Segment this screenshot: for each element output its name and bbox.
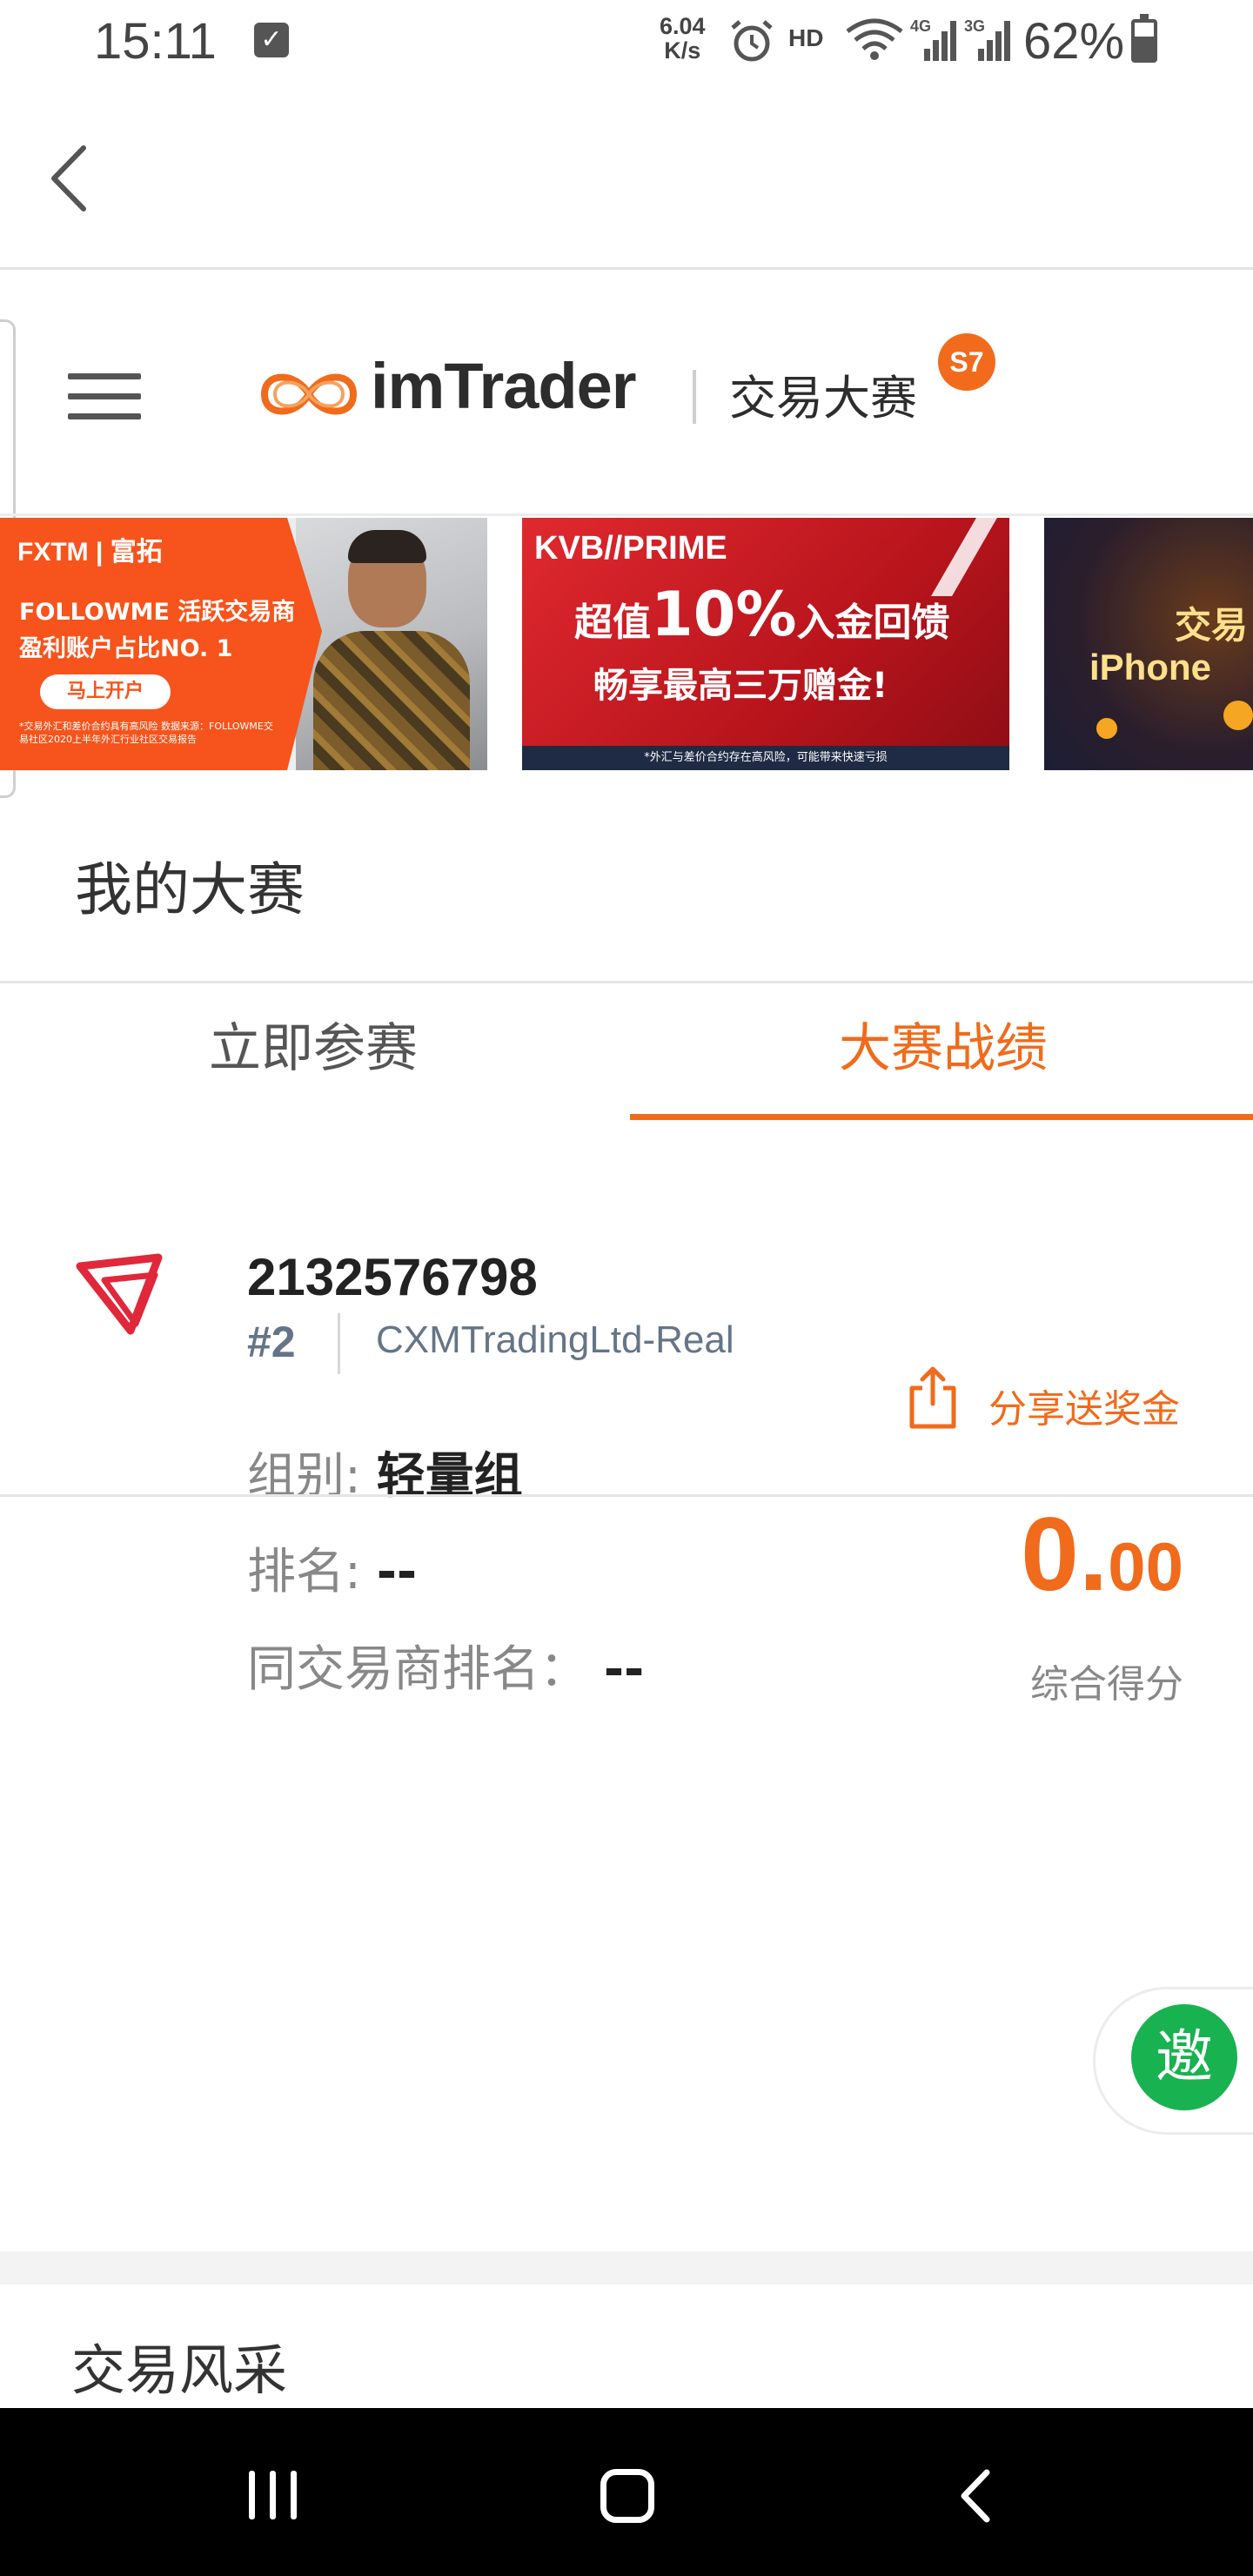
divider: [338, 1313, 340, 1374]
divider: [0, 1494, 1253, 1497]
banner-person-body: [313, 631, 470, 770]
banner-iphone[interactable]: 交易 iPhone: [1044, 518, 1253, 770]
signal-3g-icon: 3G: [964, 17, 1010, 61]
rank-value: --: [376, 1544, 418, 1600]
total-score: 0.00: [1021, 1494, 1183, 1614]
broker-logo-icon: [76, 1253, 163, 1335]
logo-subtitle: 交易大赛: [729, 371, 917, 426]
banner-brand: KVB//PRIME: [534, 530, 727, 567]
battery-percent: 62%: [1023, 13, 1125, 70]
signal-4g-icon: 4G: [910, 17, 956, 61]
account-number: #2: [247, 1318, 296, 1366]
banner-headline: 超值10%入金回馈: [574, 579, 950, 650]
my-contest-title: 我的大赛: [75, 856, 305, 923]
broker-rank-row: 同交易商排名： --: [247, 1630, 644, 1701]
battery-icon: [1131, 14, 1157, 63]
status-bar: 15:11 ✓ 6.04 K/s HD 4G 3G 62%: [0, 0, 1253, 87]
rank-row: 排名: --: [247, 1533, 417, 1603]
broker-rank-value: --: [603, 1641, 645, 1698]
banner-kvb[interactable]: KVB//PRIME 超值10%入金回馈 畅享最高三万赠金! *外汇与差价合约存…: [522, 518, 1009, 770]
banner-subheadline: 盈利账户占比NO. 1: [19, 635, 233, 662]
share-icon: [909, 1366, 956, 1429]
network-speed-unit: K/s: [664, 37, 701, 64]
network-speed: 6.04 K/s: [660, 14, 706, 63]
active-tab-indicator: [630, 1114, 1253, 1120]
svg-text:4G: 4G: [910, 17, 931, 35]
svg-text:3G: 3G: [964, 17, 985, 35]
back-icon[interactable]: [954, 2465, 997, 2526]
score-integer: 0.: [1021, 1496, 1109, 1613]
banner-fxtm[interactable]: FXTM | 富拓 FOLLOWME 活跃交易商 盈利账户占比NO. 1 马上开…: [0, 518, 487, 770]
banner-headline-a: 超值: [574, 600, 651, 645]
banner-headline-b: 10%: [651, 579, 797, 650]
logo-text: imTrader: [371, 350, 637, 422]
banner-carousel[interactable]: FXTM | 富拓 FOLLOWME 活跃交易商 盈利账户占比NO. 1 马上开…: [0, 518, 1253, 770]
logo-divider: [693, 370, 696, 424]
coin-icon: [1096, 718, 1117, 739]
hd-indicator: HD: [788, 24, 824, 51]
share-bonus-label: 分享送奖金: [988, 1387, 1180, 1432]
banner-headline: FOLLOWME 活跃交易商: [19, 599, 296, 626]
status-time: 15:11: [94, 13, 217, 70]
home-icon[interactable]: [600, 2469, 654, 2523]
score-decimal: 00: [1108, 1528, 1183, 1605]
rank-label: 排名:: [247, 1544, 361, 1600]
season-badge: S7: [938, 333, 995, 391]
contest-tabs: 立即参赛 大赛战绩: [0, 983, 1253, 1140]
check-icon: ✓: [254, 23, 289, 57]
banner-brand: FXTM | 富拓: [17, 538, 163, 567]
banner-disclaimer: *外汇与差价合约存在高风险，可能带来快速亏损: [522, 746, 1009, 770]
app-bar: [0, 87, 1253, 270]
banner-subheadline: iPhone: [1089, 647, 1212, 688]
navigation-bar: [0, 2408, 1253, 2576]
section-gap: [0, 2251, 1253, 2284]
banner-headline-c: 入金回馈: [796, 600, 950, 645]
banner-headline: 交易: [1175, 604, 1249, 647]
alarm-icon: [731, 20, 773, 62]
recents-icon[interactable]: [249, 2471, 301, 2519]
broker-name: CXMTradingLtd-Real: [376, 1318, 734, 1361]
tab-join-now[interactable]: 立即参赛: [0, 983, 626, 1140]
trading-showcase-title: 交易风采: [71, 2338, 288, 2402]
chevron-left-icon[interactable]: [44, 139, 96, 218]
infinity-logo-icon: [260, 373, 358, 415]
broker-rank-label: 同交易商排名：: [247, 1641, 588, 1698]
account-id: 2132576798: [247, 1248, 538, 1306]
banner-open-account-button[interactable]: 马上开户: [40, 674, 171, 709]
banner-disclaimer: *交易外汇和差价合约具有高风险 数据来源：FOLLOWME交易社区2020上半年…: [19, 721, 273, 745]
invite-button[interactable]: 邀: [1131, 2004, 1237, 2110]
banner-person-hair: [348, 530, 426, 563]
wifi-icon: [846, 18, 903, 60]
network-speed-value: 6.04: [660, 13, 706, 39]
banner-subheadline: 畅享最高三万赠金!: [593, 666, 888, 706]
brand-header: imTrader 交易大赛 S7: [0, 272, 1253, 516]
score-label: 综合得分: [1030, 1662, 1183, 1707]
menu-icon[interactable]: [68, 373, 141, 424]
webview: imTrader 交易大赛 S7 FXTM | 富拓 FOLLOWME 活跃交易…: [0, 272, 1253, 2408]
coin-icon: [1223, 701, 1253, 730]
account-card: 2132576798 #2 CXMTradingLtd-Real 分享送奖金 组…: [0, 1143, 1253, 1707]
